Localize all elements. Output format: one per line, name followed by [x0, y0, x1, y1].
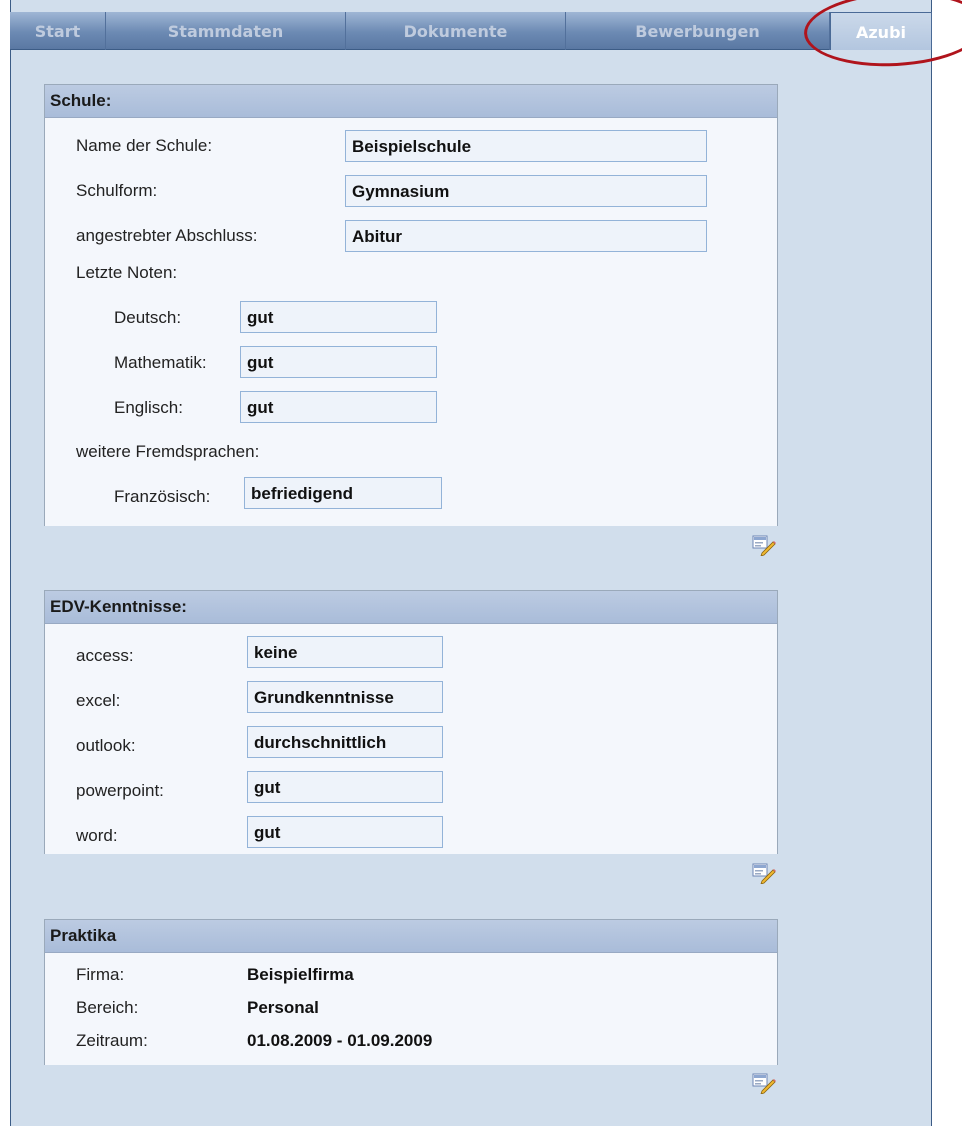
- edv-powerpoint-label: powerpoint:: [76, 781, 164, 800]
- school-type-label: Schulform:: [76, 181, 158, 200]
- praktika-panel: Praktika Firma: Beispielfirma Bereich: P…: [44, 919, 778, 1065]
- edv-powerpoint-field: gut: [247, 771, 443, 803]
- edv-excel-label: excel:: [76, 691, 121, 710]
- edv-excel-field: Grundkenntnisse: [247, 681, 443, 713]
- period-label: Zeitraum:: [76, 1031, 148, 1050]
- grades-label: Letzte Noten:: [76, 263, 178, 282]
- edit-icon[interactable]: [752, 862, 776, 884]
- degree-label: angestrebter Abschluss:: [76, 226, 258, 245]
- edv-access-field: keine: [247, 636, 443, 668]
- edv-panel: EDV-Kenntnisse: access: keine excel: Gru…: [44, 590, 778, 854]
- edit-icon[interactable]: [752, 1072, 776, 1094]
- period-value: 01.08.2009 - 01.09.2009: [247, 1031, 433, 1050]
- language-french-field: befriedigend: [244, 477, 442, 509]
- grade-english-field: gut: [240, 391, 437, 423]
- edv-word-field: gut: [247, 816, 443, 848]
- grade-math-field: gut: [240, 346, 437, 378]
- schule-panel-title: Schule:: [45, 85, 777, 118]
- grade-english-label: Englisch:: [114, 398, 183, 417]
- tab-start[interactable]: Start: [10, 12, 106, 50]
- school-type-field: Gymnasium: [345, 175, 707, 207]
- language-french-label: Französisch:: [114, 487, 211, 506]
- edv-access-label: access:: [76, 646, 134, 665]
- tab-bar: Start Stammdaten Dokumente Bewerbungen A…: [10, 12, 932, 50]
- tab-stammdaten[interactable]: Stammdaten: [106, 12, 346, 50]
- tab-bewerbungen[interactable]: Bewerbungen: [566, 12, 830, 50]
- schule-panel-body: Name der Schule: Beispielschule Schulfor…: [45, 118, 777, 526]
- degree-field: Abitur: [345, 220, 707, 252]
- edv-panel-body: access: keine excel: Grundkenntnisse out…: [45, 624, 777, 854]
- grade-german-field: gut: [240, 301, 437, 333]
- edv-outlook-label: outlook:: [76, 736, 136, 755]
- edit-icon[interactable]: [752, 534, 776, 556]
- tab-dokumente[interactable]: Dokumente: [346, 12, 566, 50]
- schule-panel: Schule: Name der Schule: Beispielschule …: [44, 84, 778, 526]
- praktika-panel-body: Firma: Beispielfirma Bereich: Personal Z…: [45, 953, 777, 1065]
- edv-word-label: word:: [76, 826, 118, 845]
- company-label: Firma:: [76, 965, 125, 984]
- foreign-languages-label: weitere Fremdsprachen:: [76, 442, 260, 461]
- tab-azubi[interactable]: Azubi: [830, 12, 932, 50]
- school-name-label: Name der Schule:: [76, 136, 213, 155]
- praktika-panel-title: Praktika: [45, 920, 777, 953]
- grade-math-label: Mathematik:: [114, 353, 207, 372]
- grade-german-label: Deutsch:: [114, 308, 182, 327]
- school-name-field: Beispielschule: [345, 130, 707, 162]
- company-value: Beispielfirma: [247, 965, 354, 984]
- department-label: Bereich:: [76, 998, 139, 1017]
- edv-panel-title: EDV-Kenntnisse:: [45, 591, 777, 624]
- edv-outlook-field: durchschnittlich: [247, 726, 443, 758]
- department-value: Personal: [247, 998, 319, 1017]
